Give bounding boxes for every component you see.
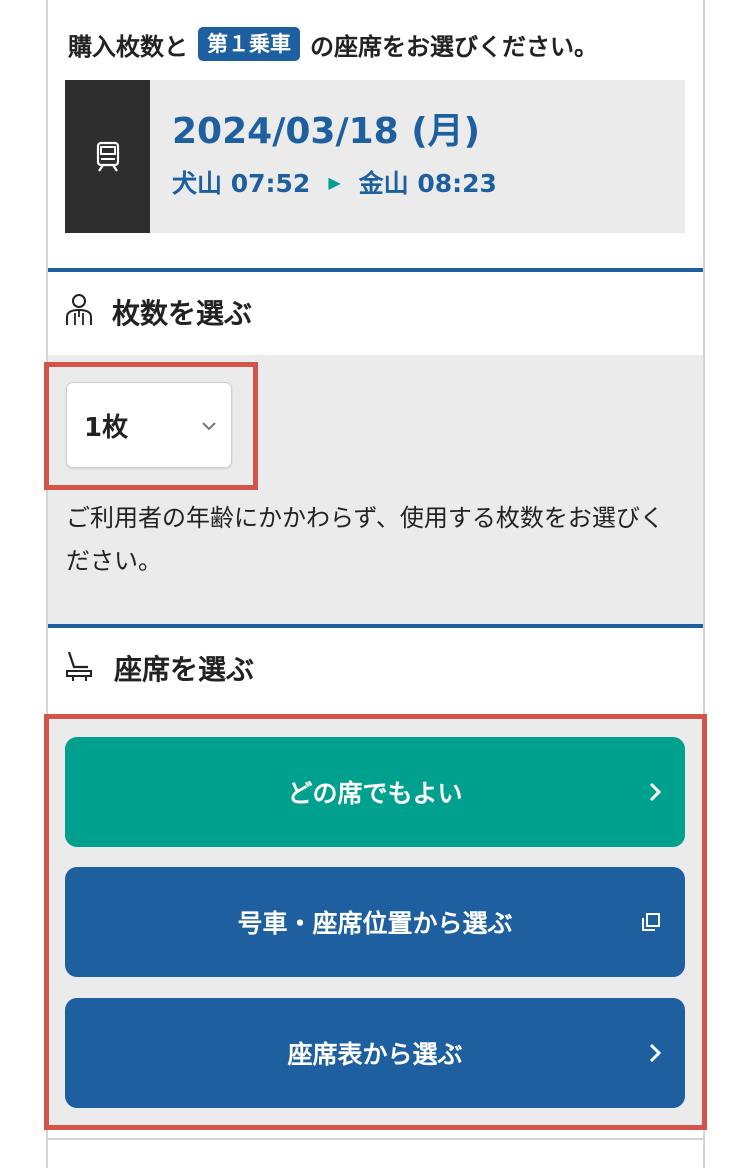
from-time: 07:52 — [230, 169, 311, 198]
car-badge: 第１乗車 — [198, 27, 300, 61]
any-seat-label: どの席でもよい — [287, 779, 463, 808]
seat-icon — [64, 649, 96, 687]
quantity-select[interactable]: 1枚 — [66, 382, 232, 468]
to-time: 08:23 — [417, 169, 497, 198]
quantity-section-header: 枚数を選ぶ — [48, 268, 703, 352]
departure: 犬山 07:52 — [172, 164, 310, 200]
from-station: 犬山 — [172, 169, 223, 198]
any-seat-button[interactable]: どの席でもよい — [65, 737, 685, 847]
chevron-right-icon — [649, 1043, 661, 1063]
to-station: 金山 — [358, 169, 409, 198]
external-window-icon — [641, 912, 661, 932]
arrival: 金山 08:23 — [359, 164, 497, 200]
quantity-note: ご利用者の年齢にかかわらず、使用する枚数をお選びください。 — [66, 504, 664, 575]
select-from-seat-map-button[interactable]: 座席表から選ぶ — [65, 998, 685, 1108]
bottom-divider — [48, 1138, 703, 1140]
select-from-seat-map-label: 座席表から選ぶ — [287, 1040, 463, 1069]
person-icon — [64, 293, 94, 331]
seat-section-header: 座席を選ぶ — [48, 624, 703, 708]
quantity-value: 1枚 — [84, 412, 129, 443]
instruction-before: 購入枚数と — [68, 32, 188, 61]
select-by-car-position-button[interactable]: 号車・座席位置から選ぶ — [65, 867, 685, 977]
instruction-after: の座席をお選びください。 — [310, 32, 598, 61]
train-icon — [65, 80, 150, 233]
chevron-right-icon — [649, 782, 661, 802]
train-info: 2024/03/18 (月) 犬山 07:52 ▶ 金山 08:23 — [150, 80, 497, 233]
train-route: 犬山 07:52 ▶ 金山 08:23 — [172, 164, 497, 200]
chevron-down-icon — [201, 416, 217, 435]
seat-section-title: 座席を選ぶ — [114, 653, 255, 686]
quantity-section-title: 枚数を選ぶ — [112, 297, 253, 330]
select-by-car-position-label: 号車・座席位置から選ぶ — [237, 909, 513, 938]
train-info-box: 2024/03/18 (月) 犬山 07:52 ▶ 金山 08:23 — [65, 80, 685, 233]
instruction-text: 購入枚数と 第１乗車 の座席をお選びください。 — [68, 22, 688, 66]
route-arrow-icon: ▶ — [328, 172, 341, 192]
train-date: 2024/03/18 (月) — [172, 111, 481, 152]
